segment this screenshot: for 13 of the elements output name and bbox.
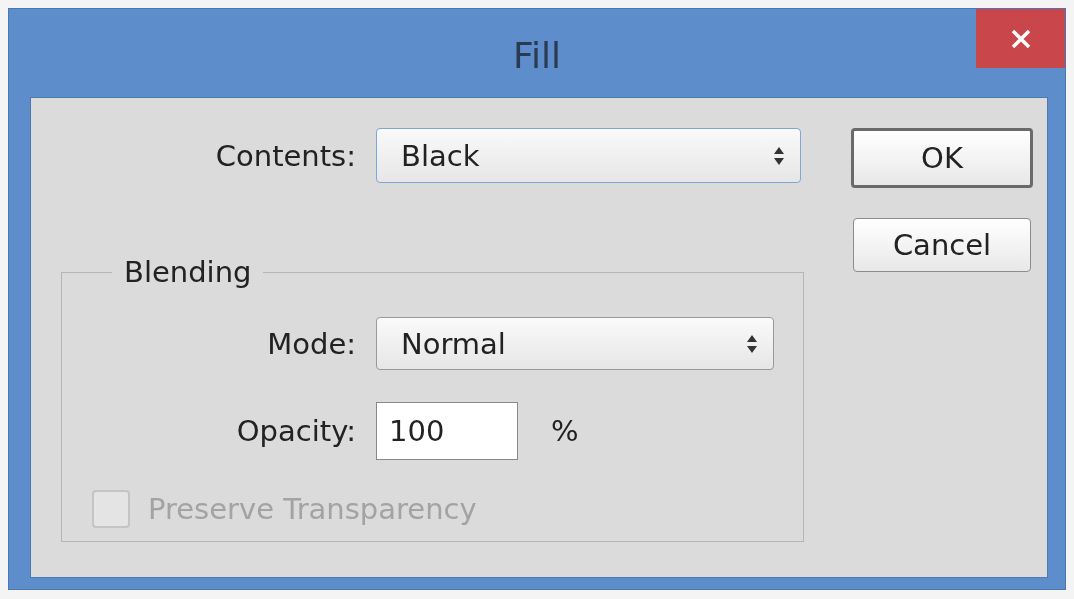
preserve-transparency-label: Preserve Transparency [148, 492, 477, 526]
opacity-label: Opacity: [235, 414, 356, 448]
mode-label: Mode: [266, 326, 356, 361]
contents-label: Contents: [214, 138, 356, 173]
opacity-field[interactable]: 100 [376, 402, 518, 460]
contents-dropdown[interactable]: Black [376, 128, 801, 183]
cancel-button[interactable]: Cancel [853, 218, 1031, 272]
window-title: Fill [512, 34, 562, 76]
blending-legend: Blending [112, 255, 264, 289]
ok-button[interactable]: OK [851, 128, 1033, 188]
percent-unit: % [551, 414, 579, 448]
close-button[interactable] [976, 9, 1065, 68]
mode-dropdown[interactable]: Normal [376, 317, 774, 370]
